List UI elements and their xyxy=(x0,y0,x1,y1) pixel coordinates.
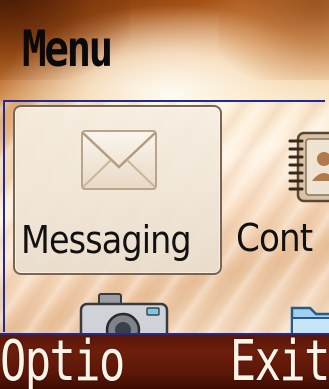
exit-softkey[interactable]: Exit xyxy=(230,327,329,389)
contacts-icon xyxy=(284,131,329,203)
menu-item-messaging[interactable]: Messaging xyxy=(13,105,222,275)
menu-item-label: Messaging xyxy=(21,218,192,262)
softkey-bar: Optio Exit xyxy=(0,329,329,389)
envelope-icon xyxy=(79,127,159,193)
menu-item-label: Cont xyxy=(236,216,313,260)
options-softkey[interactable]: Optio xyxy=(0,327,125,389)
menu-item-contacts[interactable]: Cont xyxy=(228,105,329,275)
page-title: Menu xyxy=(22,20,113,78)
phone-screen: Menu Messaging Cont Optio Exit xyxy=(0,0,329,389)
